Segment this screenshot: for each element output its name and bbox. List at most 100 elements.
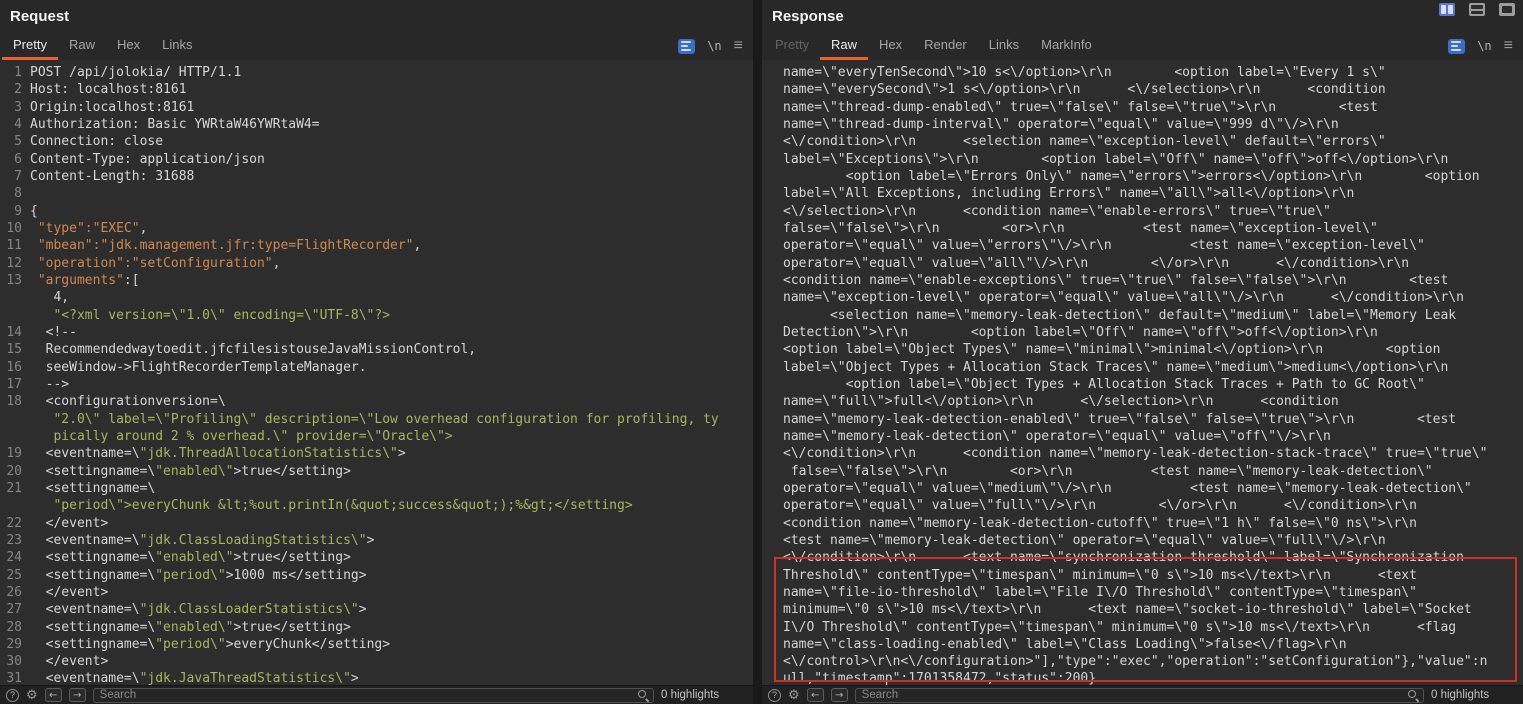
line-number: 1 xyxy=(2,64,22,81)
layout-single-button[interactable] xyxy=(1499,3,1515,16)
line-number: 29 xyxy=(2,636,22,653)
tab-render[interactable]: Render xyxy=(913,32,978,60)
tab-markinfo[interactable]: MarkInfo xyxy=(1030,32,1103,60)
code-line: 9{ xyxy=(2,203,753,220)
line-number: 9 xyxy=(2,203,22,220)
code-line: 30 </event> xyxy=(2,653,753,670)
line-number: 21 xyxy=(2,480,22,497)
code-line: 17 --> xyxy=(2,376,753,393)
code-line: 21 <settingname=\ xyxy=(2,480,753,497)
tab-pretty[interactable]: Pretty xyxy=(2,32,58,60)
line-number: 5 xyxy=(2,133,22,150)
line-number: 15 xyxy=(2,341,22,358)
tab-links[interactable]: Links xyxy=(151,32,203,60)
settings-gear-icon[interactable] xyxy=(26,689,38,702)
code-line: 4, xyxy=(2,289,753,306)
newline-toggle[interactable]: \n xyxy=(1477,39,1491,53)
tab-raw[interactable]: Raw xyxy=(820,32,868,60)
response-panel: Response PrettyRawHexRenderLinksMarkInfo… xyxy=(762,0,1523,704)
code-line: name=\"everyTenSecond\">10 s<\/option>\r… xyxy=(764,64,1523,81)
line-number: 17 xyxy=(2,376,22,393)
code-line: 26 </event> xyxy=(2,584,753,601)
next-match-button[interactable] xyxy=(69,688,86,702)
line-number: 11 xyxy=(2,237,22,254)
code-line: 13 "arguments":[ xyxy=(2,272,753,289)
code-line: 22 </event> xyxy=(2,515,753,532)
code-line: "<?xml version=\"1.0\" encoding=\"UTF-8\… xyxy=(2,307,753,324)
response-tabbar: PrettyRawHexRenderLinksMarkInfo \n xyxy=(762,32,1523,60)
code-line: label=\"All Exceptions, including Errors… xyxy=(764,185,1523,202)
newline-toggle[interactable]: \n xyxy=(707,39,721,53)
layout-rows-button[interactable] xyxy=(1469,3,1485,16)
response-editor[interactable]: name=\"everyTenSecond\">10 s<\/option>\r… xyxy=(762,60,1523,685)
code-line: 16 seeWindow->FlightRecorderTemplateMana… xyxy=(2,359,753,376)
syntax-highlight-icon[interactable] xyxy=(1448,39,1465,54)
line-number: 3 xyxy=(2,99,22,116)
line-number: 16 xyxy=(2,359,22,376)
code-line: <\/selection>\r\n <condition name=\"enab… xyxy=(764,203,1523,220)
code-line: 6Content-Type: application/json xyxy=(2,151,753,168)
tab-raw[interactable]: Raw xyxy=(58,32,106,60)
request-editor[interactable]: 1POST /api/jolokia/ HTTP/1.12Host: local… xyxy=(0,60,753,685)
response-title-label: Response xyxy=(772,8,844,25)
code-line: 1POST /api/jolokia/ HTTP/1.1 xyxy=(2,64,753,81)
line-number: 22 xyxy=(2,515,22,532)
editor-menu-icon[interactable] xyxy=(1504,38,1513,54)
tab-hex[interactable]: Hex xyxy=(868,32,913,60)
code-line: <\/condition>\r\n <condition name=\"memo… xyxy=(764,445,1523,462)
request-panel-title: Request xyxy=(0,0,753,32)
code-line: 19 <eventname=\"jdk.ThreadAllocationStat… xyxy=(2,445,753,462)
code-line: false=\"false\">\r\n <or>\r\n <test name… xyxy=(764,220,1523,237)
editor-menu-icon[interactable] xyxy=(734,38,743,54)
request-search-input[interactable] xyxy=(100,689,637,701)
code-line: Threshold\" contentType=\"timespan\" min… xyxy=(764,567,1523,584)
code-line: name=\"memory-leak-detection\" operator=… xyxy=(764,428,1523,445)
code-line: operator=\"equal\" value=\"errors\"\/>\r… xyxy=(764,237,1523,254)
message-editor-split-view: Request PrettyRawHexLinks \n 1POST /api/… xyxy=(0,0,1523,704)
line-number: 14 xyxy=(2,324,22,341)
code-line: operator=\"equal\" value=\"all\"\/>\r\n … xyxy=(764,255,1523,272)
code-line: 10 "type":"EXEC", xyxy=(2,220,753,237)
prev-match-button[interactable] xyxy=(45,688,62,702)
tab-hex[interactable]: Hex xyxy=(106,32,151,60)
help-icon[interactable] xyxy=(6,689,19,702)
search-icon xyxy=(637,689,649,701)
tab-links[interactable]: Links xyxy=(978,32,1030,60)
line-number xyxy=(2,411,22,428)
line-number xyxy=(2,497,22,514)
syntax-highlight-icon[interactable] xyxy=(678,39,695,54)
code-line: label=\"Object Types + Allocation Stack … xyxy=(764,359,1523,376)
code-line: 20 <settingname=\"enabled\">true</settin… xyxy=(2,463,753,480)
line-number: 2 xyxy=(2,81,22,98)
line-number: 23 xyxy=(2,532,22,549)
next-match-button[interactable] xyxy=(831,688,848,702)
line-number xyxy=(2,428,22,445)
line-number: 27 xyxy=(2,601,22,618)
code-line: name=\"file-io-threshold\" label=\"File … xyxy=(764,584,1523,601)
code-line: 28 <settingname=\"enabled\">true</settin… xyxy=(2,619,753,636)
code-line: name=\"full\">full<\/option>\r\n <\/sele… xyxy=(764,393,1523,410)
line-number: 7 xyxy=(2,168,22,185)
line-number: 31 xyxy=(2,670,22,685)
settings-gear-icon[interactable] xyxy=(788,689,800,702)
response-toolbar: \n xyxy=(1448,32,1523,60)
request-search-bar: 0 highlights xyxy=(0,685,753,704)
layout-columns-button[interactable] xyxy=(1439,3,1455,16)
code-line: operator=\"equal\" value=\"medium\"\/>\r… xyxy=(764,480,1523,497)
tab-pretty[interactable]: Pretty xyxy=(764,32,820,60)
line-number: 30 xyxy=(2,653,22,670)
line-number: 28 xyxy=(2,619,22,636)
code-line: <option label=\"Object Types + Allocatio… xyxy=(764,376,1523,393)
code-line: name=\"thread-dump-enabled\" true=\"fals… xyxy=(764,99,1523,116)
code-line: <\/control>\r\n<\/configuration>"],"type… xyxy=(764,653,1523,670)
help-icon[interactable] xyxy=(768,689,781,702)
line-number: 25 xyxy=(2,567,22,584)
code-line: <option label=\"Errors Only\" name=\"err… xyxy=(764,168,1523,185)
line-number: 12 xyxy=(2,255,22,272)
code-line: label=\"Exceptions\">\r\n <option label=… xyxy=(764,151,1523,168)
code-line: minimum=\"0 s\">10 ms<\/text>\r\n <text … xyxy=(764,601,1523,618)
prev-match-button[interactable] xyxy=(807,688,824,702)
code-line: false=\"false\">\r\n <or>\r\n <test name… xyxy=(764,463,1523,480)
code-line: operator=\"equal\" value=\"full\"\/>\r\n… xyxy=(764,497,1523,514)
response-search-input[interactable] xyxy=(862,689,1407,701)
